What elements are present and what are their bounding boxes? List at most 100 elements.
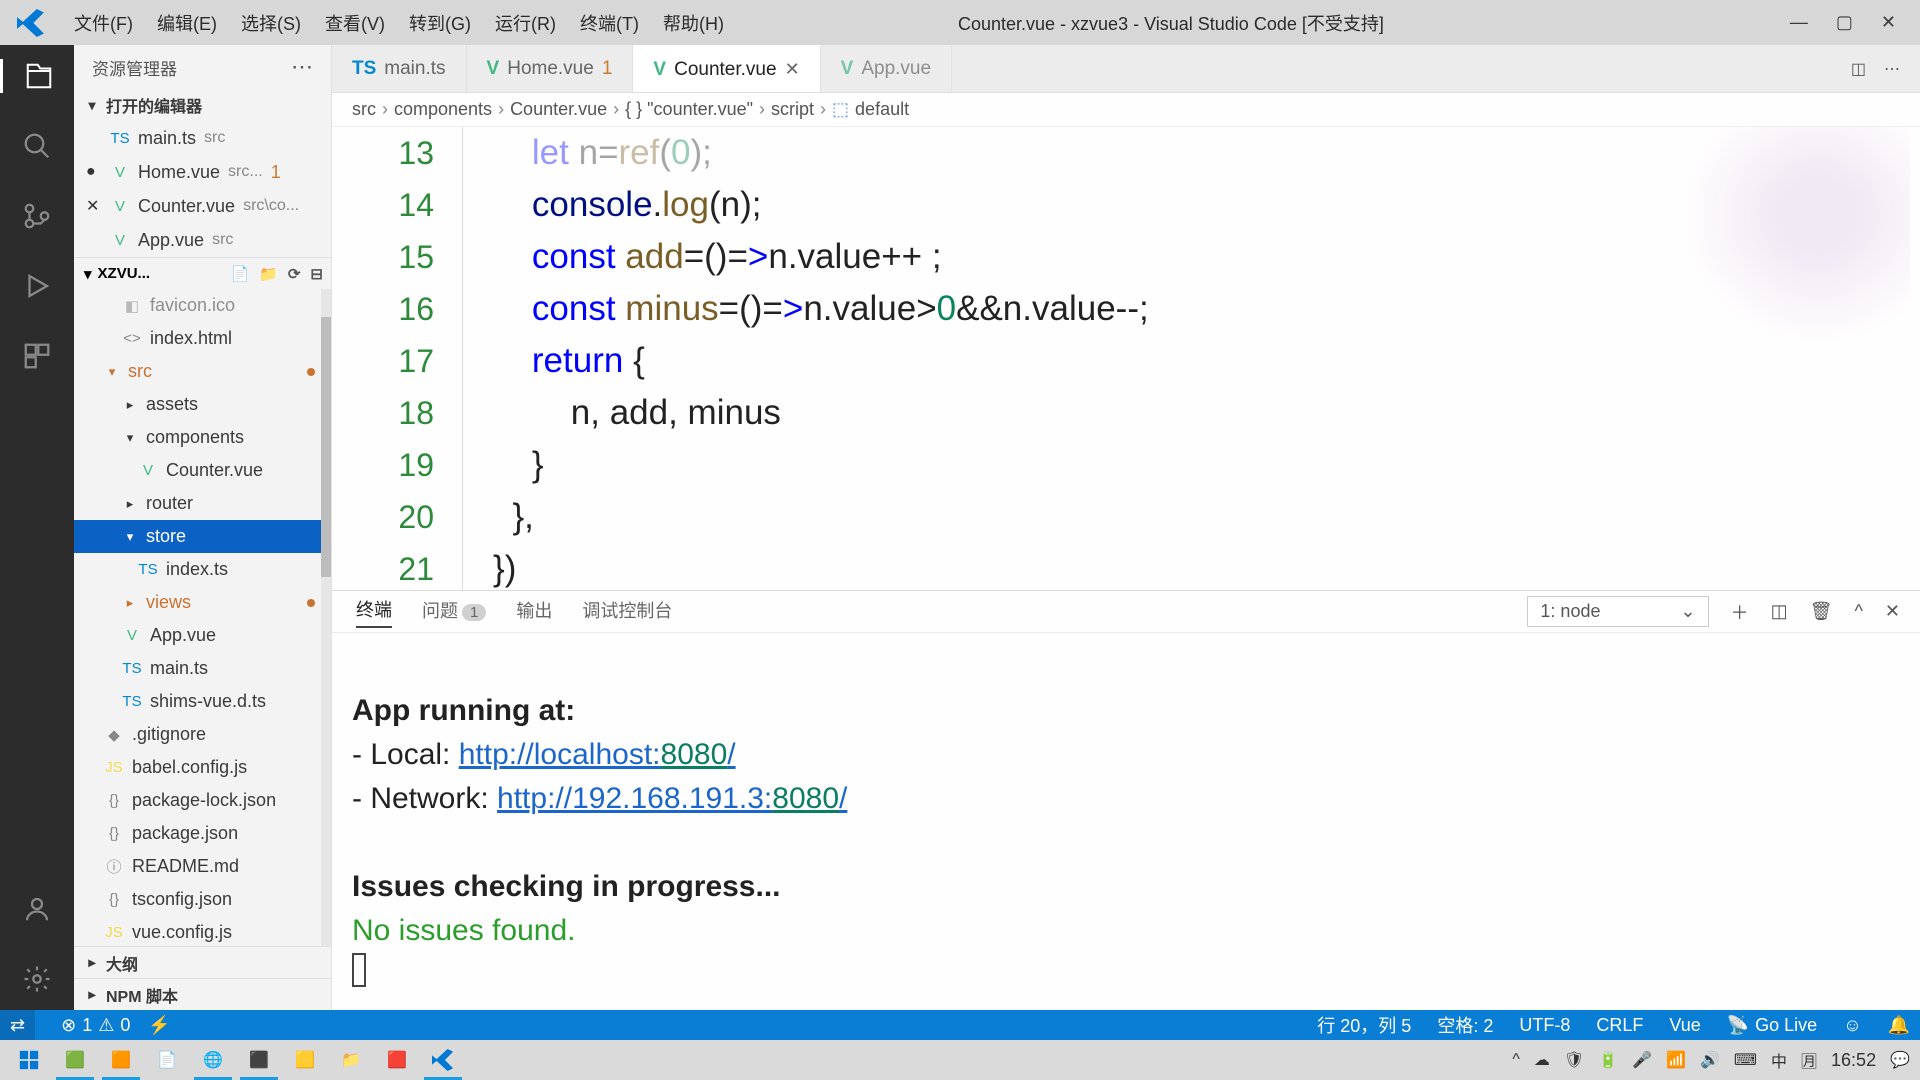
tree-item[interactable]: VCounter.vue [74, 454, 331, 487]
menu-run[interactable]: 运行(R) [483, 10, 568, 36]
status-errors[interactable]: ⊗ 1 ⚠ 0 [61, 1015, 130, 1036]
maximize-panel-icon[interactable]: ^ [1854, 601, 1862, 622]
taskbar-folder-icon[interactable]: 📁 [328, 1040, 374, 1080]
activity-scm-icon[interactable] [20, 199, 54, 233]
window-close-icon[interactable]: ✕ [1881, 12, 1896, 33]
tree-item[interactable]: ▸assets [74, 388, 331, 421]
activity-debug-icon[interactable] [20, 269, 54, 303]
status-encoding[interactable]: UTF-8 [1519, 1015, 1570, 1036]
activity-explorer-icon[interactable] [0, 59, 74, 93]
outline-header[interactable]: ▸大纲 [74, 946, 331, 978]
status-remote-icon[interactable]: ⇄ [0, 1010, 35, 1040]
status-live-icon[interactable]: ⚡ [148, 1015, 170, 1036]
taskbar-start-icon[interactable] [6, 1040, 52, 1080]
kill-terminal-icon[interactable]: 🗑 [1810, 601, 1833, 622]
terminal-output[interactable]: App running at:- Local: http://localhost… [332, 633, 1920, 1010]
tree-item[interactable]: TSindex.ts [74, 553, 331, 586]
activity-account-icon[interactable] [20, 892, 54, 926]
tray-clock[interactable]: 16:52 [1831, 1050, 1876, 1071]
split-editor-icon[interactable]: ◫ [1851, 59, 1866, 79]
menu-go[interactable]: 转到(G) [397, 10, 483, 36]
taskbar-app-5[interactable]: 🟥 [374, 1040, 420, 1080]
tree-item[interactable]: {}package.json [74, 817, 331, 850]
window-minimize-icon[interactable]: — [1790, 12, 1808, 33]
tray-volume-icon[interactable]: 🔊 [1700, 1050, 1720, 1070]
status-feedback-icon[interactable]: ☺ [1843, 1015, 1861, 1036]
tray-microphone-icon[interactable]: 🎤 [1632, 1050, 1652, 1070]
menu-view[interactable]: 查看(V) [313, 10, 397, 36]
menu-selection[interactable]: 选择(S) [229, 10, 313, 36]
terminal-selector[interactable]: 1: node⌄ [1527, 596, 1708, 627]
open-editor-item[interactable]: ✕VCounter.vue src\co... [74, 189, 331, 223]
tray-keyboard-icon[interactable]: ⌨ [1734, 1050, 1757, 1070]
breadcrumb-item[interactable]: script [771, 99, 814, 120]
panel-tab[interactable]: 终端 [356, 596, 392, 628]
tree-item[interactable]: ▾components [74, 421, 331, 454]
close-panel-icon[interactable]: ✕ [1885, 601, 1900, 622]
editor-tab[interactable]: TSmain.ts [332, 45, 467, 92]
breadcrumb-item[interactable]: { } "counter.vue" [625, 99, 753, 120]
tray-onedrive-icon[interactable]: ☁ [1534, 1050, 1550, 1070]
status-golive[interactable]: 📡 Go Live [1727, 1015, 1817, 1036]
collapse-icon[interactable]: ⊟ [310, 265, 323, 283]
menu-help[interactable]: 帮助(H) [651, 10, 736, 36]
taskbar-chrome-icon[interactable]: 🌐 [190, 1040, 236, 1080]
sidebar-scrollbar[interactable] [321, 289, 331, 946]
taskbar-app-4[interactable]: 🟨 [282, 1040, 328, 1080]
activity-search-icon[interactable] [20, 129, 54, 163]
tray-expand-icon[interactable]: ^ [1512, 1051, 1520, 1069]
tree-item[interactable]: ▸views [74, 586, 331, 619]
tree-item[interactable]: TSmain.ts [74, 652, 331, 685]
editor-tab[interactable]: VCounter.vue✕ [633, 45, 820, 92]
tree-item[interactable]: ▸router [74, 487, 331, 520]
tab-more-icon[interactable]: ⋯ [1884, 59, 1900, 79]
menu-terminal[interactable]: 终端(T) [568, 10, 651, 36]
tree-item[interactable]: ⓘREADME.md [74, 850, 331, 883]
tree-item[interactable]: <>index.html [74, 322, 331, 355]
panel-tab[interactable]: 输出 [516, 597, 552, 627]
tree-item[interactable]: ▾store [74, 520, 331, 553]
taskbar-app-3[interactable]: 📄 [144, 1040, 190, 1080]
open-editor-item[interactable]: TSmain.ts src [74, 121, 331, 155]
breadcrumb-item[interactable]: src [352, 99, 376, 120]
new-folder-icon[interactable]: 📁 [259, 265, 278, 283]
tree-item[interactable]: ▾src [74, 355, 331, 388]
tray-ime-icon[interactable]: 中 [1771, 1048, 1787, 1072]
tree-item[interactable]: {}package-lock.json [74, 784, 331, 817]
menu-file[interactable]: 文件(F) [62, 10, 145, 36]
tree-item[interactable]: ◧favicon.ico [74, 289, 331, 322]
panel-tab[interactable]: 问题1 [422, 597, 486, 627]
tree-item[interactable]: JSvue.config.js [74, 916, 331, 946]
open-editor-item[interactable]: ●VHome.vue src... 1 [74, 155, 331, 189]
status-lang[interactable]: Vue [1669, 1015, 1700, 1036]
tray-security-icon[interactable]: 🛡 [1564, 1050, 1584, 1070]
new-file-icon[interactable]: 📄 [230, 265, 249, 283]
new-terminal-icon[interactable]: ＋ [1731, 599, 1749, 625]
menu-edit[interactable]: 编辑(E) [145, 10, 229, 36]
status-cursor[interactable]: 行 20，列 5 [1317, 1012, 1411, 1038]
editor-tab[interactable]: VHome.vue1 [467, 45, 634, 92]
status-bell-icon[interactable]: 🔔 [1888, 1015, 1910, 1036]
panel-tab[interactable]: 调试控制台 [582, 597, 672, 627]
activity-settings-icon[interactable] [20, 962, 54, 996]
breadcrumb-item[interactable]: default [855, 99, 909, 120]
folder-header[interactable]: ▾XZVU... 📄 📁 ⟳ ⊟ [74, 257, 331, 289]
refresh-icon[interactable]: ⟳ [288, 265, 301, 283]
editor-tab[interactable]: VApp.vue [821, 45, 952, 92]
close-icon[interactable]: ✕ [785, 59, 800, 80]
breadcrumb-item[interactable]: components [394, 99, 492, 120]
breadcrumb-item[interactable]: Counter.vue [510, 99, 607, 120]
tree-item[interactable]: TSshims-vue.d.ts [74, 685, 331, 718]
taskbar-app-2[interactable]: 🟧 [98, 1040, 144, 1080]
taskbar-cmd-icon[interactable]: ⬛ [236, 1040, 282, 1080]
tree-item[interactable]: VApp.vue [74, 619, 331, 652]
tree-item[interactable]: ◆.gitignore [74, 718, 331, 751]
tray-input-icon[interactable]: 🈷 [1801, 1048, 1817, 1072]
window-maximize-icon[interactable]: ▢ [1836, 12, 1853, 33]
code-editor[interactable]: 131415161718192021 let n=ref(0); console… [332, 127, 1920, 590]
split-terminal-icon[interactable]: ◫ [1771, 601, 1788, 622]
open-editor-item[interactable]: VApp.vue src [74, 223, 331, 257]
taskbar-app-1[interactable]: 🟩 [52, 1040, 98, 1080]
npm-scripts-header[interactable]: ▸NPM 脚本 [74, 978, 331, 1010]
sidebar-more-icon[interactable]: ⋯ [291, 54, 313, 80]
